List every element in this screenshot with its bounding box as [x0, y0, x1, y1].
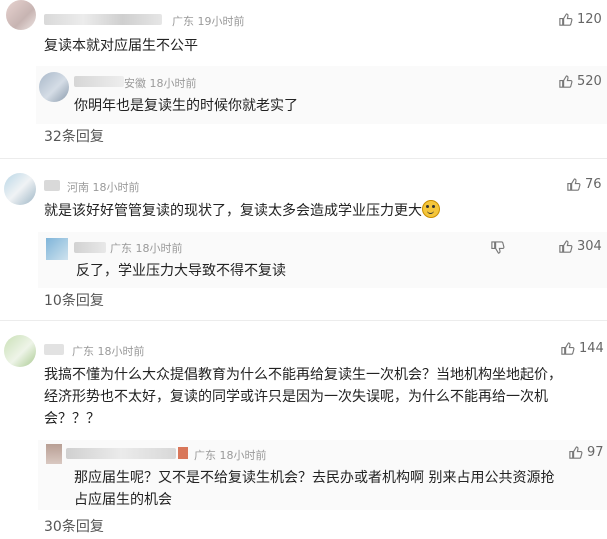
divider	[0, 320, 607, 321]
location: 广东	[72, 345, 94, 358]
timestamp: 18小时前	[92, 181, 140, 194]
more-replies-link[interactable]: 30条回复	[44, 516, 104, 536]
avatar[interactable]	[6, 0, 36, 30]
thumbs-up-icon	[559, 13, 573, 26]
thumbs-up-icon	[569, 446, 583, 459]
comment-meta: 广东 18小时前	[72, 343, 145, 359]
timestamp: 18小时前	[135, 242, 183, 255]
like-button[interactable]: 520	[558, 74, 602, 89]
avatar[interactable]	[46, 444, 62, 464]
smiling-face-emoji	[422, 200, 440, 218]
reply-meta: 广东 18小时前	[194, 447, 267, 463]
timestamp: 18小时前	[149, 77, 197, 90]
avatar[interactable]	[4, 335, 36, 367]
comment-1: 广东 19小时前 复读本就对应届生不公平 120 安徽 18小时前 你明年也是复…	[0, 0, 607, 160]
like-count: 97	[587, 445, 604, 460]
comment-text: 复读本就对应届生不公平	[44, 38, 198, 54]
thumbs-up-icon	[567, 178, 581, 191]
timestamp: 19小时前	[197, 15, 245, 28]
dislike-button[interactable]	[490, 240, 505, 255]
timestamp: 18小时前	[97, 345, 145, 358]
thumbs-up-icon	[561, 342, 575, 355]
reply-1: 安徽 18小时前 你明年也是复读生的时候你就老实了 520	[36, 66, 607, 124]
comment-text: 我搞不懂为什么大众提倡教育为什么不能再给复读生一次机会？当地机构坐地起价， 经济…	[44, 367, 562, 427]
like-count: 76	[585, 177, 602, 192]
reply-2: 广东 18小时前 反了，学业压力大导致不得不复读 304	[38, 232, 607, 288]
avatar[interactable]	[4, 173, 36, 205]
location: 广东	[110, 242, 132, 255]
thumbs-down-icon	[491, 241, 505, 254]
like-button[interactable]: 97	[568, 445, 604, 460]
location: 广东	[194, 449, 216, 462]
like-count: 520	[577, 74, 602, 89]
username[interactable]	[74, 76, 124, 87]
thumbs-up-icon	[559, 240, 573, 253]
like-button[interactable]: 304	[558, 239, 602, 254]
like-count: 120	[577, 12, 602, 27]
like-count: 304	[577, 239, 602, 254]
like-button[interactable]: 144	[560, 341, 604, 356]
more-replies-link[interactable]: 32条回复	[44, 126, 104, 146]
like-button[interactable]: 120	[558, 12, 602, 27]
avatar[interactable]	[39, 72, 69, 102]
avatar[interactable]	[46, 238, 68, 260]
comment-2: 河南 18小时前 就是该好好管管复读的现状了，复读太多会造成学业压力更大 76 …	[0, 160, 607, 320]
like-button[interactable]: 76	[566, 177, 602, 192]
reply-3: 广东 18小时前 那应届生呢？又不是不给复读生机会？去民办或者机构啊 别来占用公…	[38, 440, 607, 510]
reply-text: 你明年也是复读生的时候你就老实了	[74, 98, 298, 114]
comment-3: 广东 18小时前 我搞不懂为什么大众提倡教育为什么不能再给复读生一次机会？当地机…	[0, 322, 607, 539]
location: 安徽	[124, 77, 146, 90]
username[interactable]	[74, 242, 106, 253]
reply-text: 那应届生呢？又不是不给复读生机会？去民办或者机构啊 别来占用公共资源抢 占应届生…	[74, 470, 555, 508]
like-count: 144	[579, 341, 604, 356]
timestamp: 18小时前	[219, 449, 267, 462]
user-badge	[178, 447, 188, 459]
more-replies-link[interactable]: 10条回复	[44, 290, 104, 310]
username[interactable]	[66, 448, 176, 459]
thumbs-up-icon	[559, 75, 573, 88]
username[interactable]	[44, 14, 162, 25]
reply-meta: 广东 18小时前	[110, 240, 183, 256]
reply-text: 反了，学业压力大导致不得不复读	[76, 263, 286, 279]
reply-meta: 安徽 18小时前	[124, 75, 197, 91]
location: 广东	[172, 15, 194, 28]
comment-meta: 河南 18小时前	[67, 179, 140, 195]
username[interactable]	[44, 344, 64, 355]
comment-meta: 广东 19小时前	[172, 13, 245, 29]
username[interactable]	[44, 180, 60, 191]
location: 河南	[67, 181, 89, 194]
comment-text: 就是该好好管管复读的现状了，复读太多会造成学业压力更大	[44, 200, 440, 222]
divider	[0, 158, 607, 159]
